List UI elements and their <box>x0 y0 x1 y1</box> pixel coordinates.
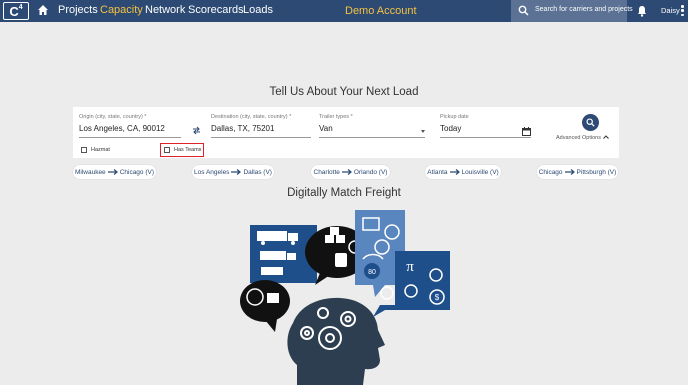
origin-input[interactable]: Los Angeles, CA, 90012 <box>79 124 181 135</box>
route-from: Los Angeles <box>194 168 230 176</box>
pickup-field[interactable]: Pickup date Today <box>440 114 531 138</box>
arrow-right-icon <box>449 169 460 175</box>
route-to: Louisville (V) <box>461 168 499 176</box>
route-to: Dallas (V) <box>243 168 272 176</box>
logo-sup: 4 <box>18 3 23 11</box>
load-form-card: Origin (city, state, country) * Los Ange… <box>73 107 619 158</box>
route-from: Milwaukee <box>74 168 106 176</box>
hazmat-label: Hazmat <box>91 147 110 153</box>
bell-icon[interactable] <box>637 5 647 17</box>
route-from: Chicago <box>538 168 563 176</box>
home-icon[interactable] <box>37 4 49 16</box>
demo-account-label: Demo Account <box>345 5 417 17</box>
logo-text: C <box>9 3 19 19</box>
advanced-options-label: Advanced Options <box>556 135 601 141</box>
top-nav-bar: C4 Projects Capacity Network Scorecards … <box>0 0 688 22</box>
search-icon <box>586 118 595 127</box>
route-chip[interactable]: Atlanta Louisville (V) <box>425 165 501 179</box>
route-to: Orlando (V) <box>353 168 388 176</box>
route-from: Charlotte <box>313 168 340 176</box>
arrow-right-icon <box>107 169 118 175</box>
speed-badge: 80 <box>368 269 376 276</box>
route-to: Chicago (V) <box>119 168 155 176</box>
illustration-heading: Digitally Match Freight <box>287 187 401 199</box>
nav-projects[interactable]: Projects <box>58 4 98 16</box>
arrow-right-icon <box>341 169 352 175</box>
origin-label: Origin (city, state, country) * <box>79 114 147 120</box>
user-name[interactable]: Daisy <box>661 6 680 15</box>
route-from: Atlanta <box>427 168 448 176</box>
pickup-input[interactable]: Today <box>440 124 531 135</box>
pickup-label: Pickup date <box>440 114 469 120</box>
arrow-right-icon <box>564 169 575 175</box>
origin-field[interactable]: Origin (city, state, country) * Los Ange… <box>79 114 181 138</box>
destination-label: Destination (city, state, country) * <box>211 114 292 120</box>
route-chip[interactable]: Milwaukee Chicago (V) <box>73 165 156 179</box>
trailer-select[interactable]: Van <box>319 124 425 135</box>
chevron-up-icon <box>603 135 610 139</box>
trailer-label: Trailer types * <box>319 114 353 120</box>
destination-field[interactable]: Destination (city, state, country) * Dal… <box>211 114 311 138</box>
route-chip[interactable]: Charlotte Orlando (V) <box>311 165 390 179</box>
nav-network[interactable]: Network <box>145 4 185 16</box>
pi-symbol: π <box>406 259 414 275</box>
nav-capacity[interactable]: Capacity <box>100 4 143 16</box>
swap-icon[interactable] <box>192 126 201 135</box>
hazmat-box[interactable] <box>81 147 87 153</box>
route-to: Pittsburgh (V) <box>576 168 617 176</box>
trailer-field[interactable]: Trailer types * Van <box>319 114 425 138</box>
destination-input[interactable]: Dallas, TX, 75201 <box>211 124 311 135</box>
form-heading: Tell Us About Your Next Load <box>269 86 419 98</box>
advanced-options-toggle[interactable]: Advanced Options <box>556 135 610 141</box>
dollar-symbol: $ <box>435 293 440 302</box>
calendar-icon[interactable] <box>522 127 531 136</box>
search-load-button[interactable] <box>582 114 599 131</box>
nav-scorecards[interactable]: Scorecards <box>188 4 244 16</box>
arrow-right-icon <box>231 169 242 175</box>
chevron-down-icon <box>421 130 425 133</box>
nav-loads[interactable]: Loads <box>243 4 273 16</box>
route-chip[interactable]: Los Angeles Dallas (V) <box>192 165 274 179</box>
freight-match-illustration: 80 π $ <box>240 210 450 385</box>
more-menu-icon[interactable] <box>681 5 684 16</box>
hazmat-checkbox[interactable]: Hazmat <box>81 147 110 153</box>
has-teams-highlight <box>160 143 204 157</box>
search-icon <box>518 5 529 16</box>
global-search[interactable]: Search for carriers and projects <box>511 0 633 22</box>
route-chip[interactable]: Chicago Pittsburgh (V) <box>537 165 618 179</box>
head-silhouette <box>287 297 385 385</box>
search-placeholder: Search for carriers and projects <box>535 6 633 13</box>
app-logo[interactable]: C4 <box>3 2 29 20</box>
